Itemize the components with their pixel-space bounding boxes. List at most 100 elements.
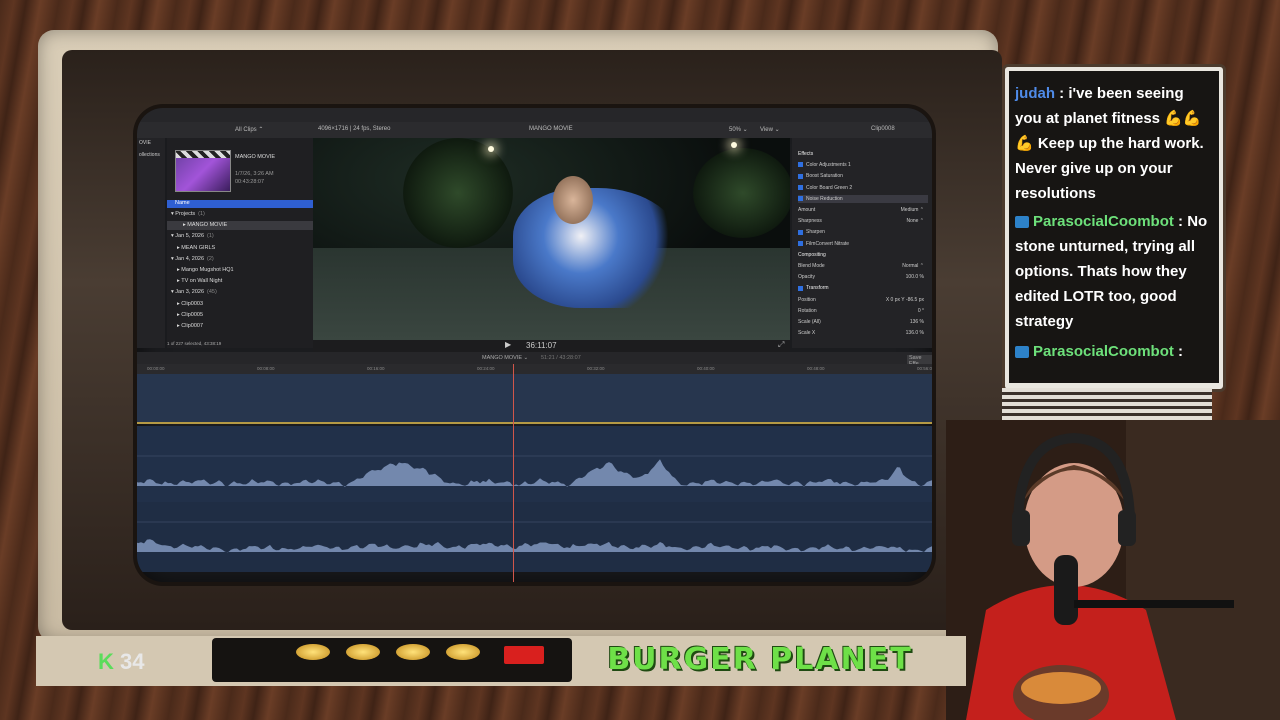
- library-filter-dropdown[interactable]: All Clips ⌃: [235, 126, 263, 133]
- kick-count: 34: [120, 649, 144, 674]
- tv-controls: [212, 638, 572, 682]
- kick-logo-icon: K: [98, 649, 114, 674]
- audio-waveform: [137, 539, 932, 552]
- checkbox-icon[interactable]: [798, 241, 803, 246]
- inspector-section-header[interactable]: Compositing: [798, 251, 928, 259]
- browser-row[interactable]: ▸ Clip0007: [177, 322, 206, 331]
- sidebar-item-movie[interactable]: OVIE: [139, 140, 165, 146]
- checkbox-icon[interactable]: [798, 196, 803, 201]
- browser-row[interactable]: ▸ TV on Wall Night: [177, 277, 225, 286]
- tv-screen: All Clips ⌃ 4096×1716 | 24 fps, Stereo M…: [137, 108, 932, 582]
- video-frame: [313, 138, 790, 340]
- timeline-duration: 51:21 / 43:28:07: [541, 355, 581, 361]
- checkbox-icon[interactable]: [798, 185, 803, 190]
- timecode-display: 36:11:07: [526, 341, 557, 350]
- inspector-section-header[interactable]: Effects: [798, 150, 928, 158]
- bot-badge-icon: [1015, 216, 1029, 228]
- browser-row[interactable]: ▾ Projects (1): [171, 210, 205, 219]
- inspector-row[interactable]: Boost Saturation: [798, 172, 928, 180]
- video-track[interactable]: [137, 374, 932, 424]
- browser-row[interactable]: ▸ Clip0005: [177, 311, 206, 320]
- viewer-title: MANGO MOVIE: [529, 126, 573, 132]
- inspector-row[interactable]: Amount Medium ⌃: [798, 206, 928, 214]
- inspector-row[interactable]: Rotation 0 °: [798, 307, 928, 315]
- ruler-tick: 00:40:00: [697, 366, 715, 371]
- ruler-tick: 00:16:00: [367, 366, 385, 371]
- audio-track-1[interactable]: [137, 426, 932, 502]
- inspector: Effects Color Adjustments 1 Boost Saturati…: [792, 138, 932, 348]
- checkbox-icon[interactable]: [798, 162, 803, 167]
- checkbox-icon[interactable]: [798, 230, 803, 235]
- checkbox-icon[interactable]: [798, 286, 803, 291]
- view-menu[interactable]: View ⌄: [760, 126, 780, 133]
- ruler-tick: 00:48:00: [807, 366, 825, 371]
- thumb-date: 1/7/26, 3:26 AM: [235, 171, 274, 177]
- person-head: [553, 176, 593, 224]
- timeline-project-dropdown[interactable]: MANGO MOVIE ⌄: [482, 355, 528, 361]
- knob-icon: [346, 644, 380, 660]
- audio-track-2[interactable]: [137, 502, 932, 572]
- fullscreen-icon[interactable]: ⤢: [778, 340, 784, 350]
- inspector-row[interactable]: Opacity 100.0 %: [798, 273, 928, 281]
- sponsor-banner: BURGER PLANET: [600, 640, 920, 680]
- sidebar-item-collections[interactable]: ollections: [139, 152, 165, 158]
- browser-row[interactable]: ▸ Clip0003: [177, 300, 206, 309]
- chat-message: ParasocialCoombot : No stone unturned, t…: [1015, 209, 1211, 334]
- browser-row[interactable]: ▸ MEAN GIRLS: [177, 244, 218, 253]
- chat-panel: judah : i've been seeing you at planet f…: [1002, 64, 1226, 392]
- browser-row[interactable]: ▾ Jan 5, 2026 (1): [171, 232, 214, 241]
- kick-counter: K 34: [98, 648, 158, 676]
- chat-text: i've been seeing you at planet fitness 💪…: [1015, 85, 1204, 202]
- ruler-tick: 00:24:00: [477, 366, 495, 371]
- zoom-dropdown[interactable]: 50% ⌄: [729, 126, 748, 133]
- inspector-row[interactable]: Scale (All) 136 %: [798, 318, 928, 326]
- thumb-title: MANGO MOVIE: [235, 154, 275, 160]
- knob-icon: [446, 644, 480, 660]
- playhead[interactable]: [513, 364, 514, 582]
- inspector-section-header[interactable]: Transform: [798, 284, 928, 292]
- inspector-row[interactable]: Sharpness None ⌃: [798, 217, 928, 225]
- inspector-row[interactable]: FilmConvert Nitrate: [798, 240, 928, 248]
- audio-waveform: [137, 459, 932, 487]
- checkbox-icon[interactable]: [798, 174, 803, 179]
- menu-bar: [137, 108, 932, 122]
- ruler-tick: 00:56:00: [917, 366, 932, 371]
- project-thumbnail[interactable]: [175, 150, 231, 192]
- clapper-icon: [176, 151, 230, 158]
- knob-icon: [296, 644, 330, 660]
- inspector-clip-name: Clip0008: [871, 126, 895, 132]
- ruler-tick: 00:00:00: [147, 366, 165, 371]
- viewer: [313, 138, 790, 348]
- libraries-sidebar: OVIE ollections: [137, 138, 165, 348]
- thumb-duration: 00:43:28:07: [235, 179, 264, 185]
- name-column-header[interactable]: Name: [167, 200, 313, 208]
- viewer-controls: ▶ 36:11:07 ⤢: [313, 340, 790, 352]
- inspector-row[interactable]: Color Board Green 2: [798, 184, 928, 192]
- browser-row[interactable]: ▸ Mango Mugshot HQ1: [177, 266, 237, 275]
- inspector-row[interactable]: Sharpen: [798, 228, 928, 236]
- timeline-toolbar: MANGO MOVIE ⌄ 51:21 / 43:28:07 Save Effe: [137, 352, 932, 364]
- chat-username: judah: [1015, 85, 1055, 102]
- chat-text: No stone unturned, trying all options. T…: [1015, 213, 1207, 330]
- inspector-row[interactable]: Noise Reduction: [798, 195, 928, 203]
- ruler-tick: 00:08:00: [257, 366, 275, 371]
- browser-row[interactable]: ▾ Jan 3, 2026 (45): [171, 288, 217, 297]
- toolbar: All Clips ⌃ 4096×1716 | 24 fps, Stereo M…: [137, 122, 932, 138]
- knob-icon: [396, 644, 430, 660]
- bot-badge-icon: [1015, 346, 1029, 358]
- play-icon[interactable]: ▶: [505, 340, 511, 349]
- inspector-row[interactable]: Blend Mode Normal ⌃: [798, 262, 928, 270]
- browser-row[interactable]: ▾ Jan 4, 2026 (2): [171, 255, 214, 264]
- browser-row[interactable]: ▸ MANGO MOVIE: [167, 221, 313, 230]
- inspector-row[interactable]: Position X 0 px Y -86.5 px: [798, 296, 928, 304]
- power-button: [504, 646, 544, 664]
- inspector-row[interactable]: Color Adjustments 1: [798, 161, 928, 169]
- timeline-ruler[interactable]: 00:00:00 00:08:00 00:16:00 00:24:00 00:32:00…: [137, 364, 932, 374]
- inspector-row[interactable]: Scale X 136.0 %: [798, 329, 928, 337]
- ruler-tick: 00:32:00: [587, 366, 605, 371]
- streamer-webcam: [946, 420, 1280, 720]
- chat-username: ParasocialCoombot: [1033, 213, 1174, 230]
- clip-browser: MANGO MOVIE 1/7/26, 3:26 AM 00:43:28:07 …: [167, 138, 313, 348]
- chat-message: judah : i've been seeing you at planet f…: [1015, 81, 1211, 206]
- person-figure: [513, 188, 683, 308]
